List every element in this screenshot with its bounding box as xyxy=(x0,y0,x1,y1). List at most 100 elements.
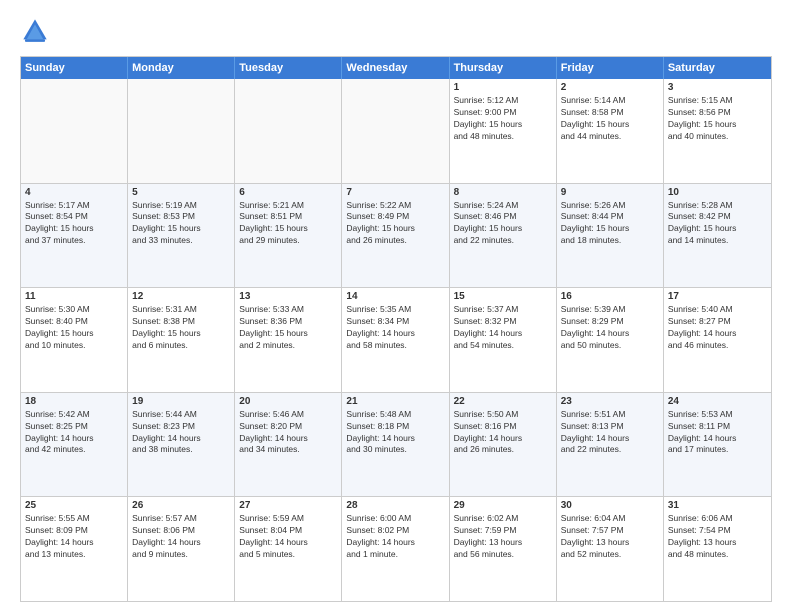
calendar-cell: 1 Sunrise: 5:12 AM Sunset: 9:00 PM Daylig… xyxy=(450,79,557,183)
day-number: 12 xyxy=(132,291,230,302)
calendar-cell: 22 Sunrise: 5:50 AM Sunset: 8:16 PM Dayli… xyxy=(450,393,557,497)
day-content: Sunrise: 5:53 AM Sunset: 8:11 PM Dayligh… xyxy=(668,409,767,457)
day-content: Sunrise: 5:51 AM Sunset: 8:13 PM Dayligh… xyxy=(561,409,659,457)
calendar-cell: 4Sunrise: 5:17 AM Sunset: 8:54 PM Daylig… xyxy=(21,184,128,288)
calendar-day-header: Sunday xyxy=(21,57,128,79)
day-content: Sunrise: 5:35 AM Sunset: 8:34 PM Dayligh… xyxy=(346,304,444,352)
calendar-day-header: Friday xyxy=(557,57,664,79)
calendar-cell: 23 Sunrise: 5:51 AM Sunset: 8:13 PM Dayli… xyxy=(557,393,664,497)
calendar-cell: 29 Sunrise: 6:02 AM Sunset: 7:59 PM Dayli… xyxy=(450,497,557,601)
calendar-cell xyxy=(128,79,235,183)
day-content: Sunrise: 5:44 AM Sunset: 8:23 PM Dayligh… xyxy=(132,409,230,457)
day-content: Sunrise: 5:28 AM Sunset: 8:42 PM Dayligh… xyxy=(668,200,767,248)
day-number: 23 xyxy=(561,396,659,407)
calendar-cell: 31 Sunrise: 6:06 AM Sunset: 7:54 PM Dayli… xyxy=(664,497,771,601)
day-content: Sunrise: 5:46 AM Sunset: 8:20 PM Dayligh… xyxy=(239,409,337,457)
day-number: 7 xyxy=(346,187,444,198)
calendar-cell: 30 Sunrise: 6:04 AM Sunset: 7:57 PM Dayli… xyxy=(557,497,664,601)
day-number: 11 xyxy=(25,291,123,302)
day-number: 13 xyxy=(239,291,337,302)
day-number: 28 xyxy=(346,500,444,511)
day-number: 16 xyxy=(561,291,659,302)
calendar-day-header: Tuesday xyxy=(235,57,342,79)
calendar-cell: 6 Sunrise: 5:21 AM Sunset: 8:51 PM Daylig… xyxy=(235,184,342,288)
day-content: Sunrise: 5:22 AM Sunset: 8:49 PM Dayligh… xyxy=(346,200,444,248)
day-content: Sunrise: 5:14 AM Sunset: 8:58 PM Dayligh… xyxy=(561,95,659,143)
calendar-header: SundayMondayTuesdayWednesdayThursdayFrid… xyxy=(21,57,771,79)
calendar-cell: 27 Sunrise: 5:59 AM Sunset: 8:04 PM Dayli… xyxy=(235,497,342,601)
day-content: Sunrise: 6:04 AM Sunset: 7:57 PM Dayligh… xyxy=(561,513,659,561)
calendar-cell: 24 Sunrise: 5:53 AM Sunset: 8:11 PM Dayli… xyxy=(664,393,771,497)
day-content: Sunrise: 6:02 AM Sunset: 7:59 PM Dayligh… xyxy=(454,513,552,561)
day-number: 29 xyxy=(454,500,552,511)
calendar: SundayMondayTuesdayWednesdayThursdayFrid… xyxy=(20,56,772,602)
day-content: Sunrise: 5:12 AM Sunset: 9:00 PM Dayligh… xyxy=(454,95,552,143)
day-number: 31 xyxy=(668,500,767,511)
day-number: 14 xyxy=(346,291,444,302)
day-content: Sunrise: 5:59 AM Sunset: 8:04 PM Dayligh… xyxy=(239,513,337,561)
day-number: 5 xyxy=(132,187,230,198)
day-number: 10 xyxy=(668,187,767,198)
header xyxy=(20,16,772,46)
calendar-cell: 7 Sunrise: 5:22 AM Sunset: 8:49 PM Daylig… xyxy=(342,184,449,288)
calendar-day-header: Saturday xyxy=(664,57,771,79)
calendar-cell: 16 Sunrise: 5:39 AM Sunset: 8:29 PM Dayli… xyxy=(557,288,664,392)
day-content: Sunrise: 5:57 AM Sunset: 8:06 PM Dayligh… xyxy=(132,513,230,561)
day-content: Sunrise: 5:26 AM Sunset: 8:44 PM Dayligh… xyxy=(561,200,659,248)
day-number: 19 xyxy=(132,396,230,407)
day-number: 18 xyxy=(25,396,123,407)
calendar-cell: 20Sunrise: 5:46 AM Sunset: 8:20 PM Dayli… xyxy=(235,393,342,497)
calendar-cell: 9 Sunrise: 5:26 AM Sunset: 8:44 PM Daylig… xyxy=(557,184,664,288)
calendar-cell: 13 Sunrise: 5:33 AM Sunset: 8:36 PM Dayli… xyxy=(235,288,342,392)
calendar-cell xyxy=(342,79,449,183)
calendar-cell: 15Sunrise: 5:37 AM Sunset: 8:32 PM Dayli… xyxy=(450,288,557,392)
calendar-day-header: Monday xyxy=(128,57,235,79)
calendar-row: 11 Sunrise: 5:30 AM Sunset: 8:40 PM Dayli… xyxy=(21,287,771,392)
calendar-cell: 19 Sunrise: 5:44 AM Sunset: 8:23 PM Dayli… xyxy=(128,393,235,497)
day-number: 22 xyxy=(454,396,552,407)
calendar-day-header: Thursday xyxy=(450,57,557,79)
day-content: Sunrise: 5:42 AM Sunset: 8:25 PM Dayligh… xyxy=(25,409,123,457)
day-number: 25 xyxy=(25,500,123,511)
day-content: Sunrise: 5:19 AM Sunset: 8:53 PM Dayligh… xyxy=(132,200,230,248)
calendar-row: 4Sunrise: 5:17 AM Sunset: 8:54 PM Daylig… xyxy=(21,183,771,288)
calendar-cell: 10 Sunrise: 5:28 AM Sunset: 8:42 PM Dayli… xyxy=(664,184,771,288)
calendar-cell: 17Sunrise: 5:40 AM Sunset: 8:27 PM Dayli… xyxy=(664,288,771,392)
logo-icon xyxy=(20,16,50,46)
day-number: 4 xyxy=(25,187,123,198)
calendar-cell: 25 Sunrise: 5:55 AM Sunset: 8:09 PM Dayli… xyxy=(21,497,128,601)
calendar-cell: 21 Sunrise: 5:48 AM Sunset: 8:18 PM Dayli… xyxy=(342,393,449,497)
day-content: Sunrise: 5:55 AM Sunset: 8:09 PM Dayligh… xyxy=(25,513,123,561)
day-number: 3 xyxy=(668,82,767,93)
day-content: Sunrise: 5:50 AM Sunset: 8:16 PM Dayligh… xyxy=(454,409,552,457)
calendar-cell: 5 Sunrise: 5:19 AM Sunset: 8:53 PM Daylig… xyxy=(128,184,235,288)
day-number: 26 xyxy=(132,500,230,511)
day-content: Sunrise: 5:15 AM Sunset: 8:56 PM Dayligh… xyxy=(668,95,767,143)
day-content: Sunrise: 5:30 AM Sunset: 8:40 PM Dayligh… xyxy=(25,304,123,352)
calendar-row: 18 Sunrise: 5:42 AM Sunset: 8:25 PM Dayli… xyxy=(21,392,771,497)
day-content: Sunrise: 5:37 AM Sunset: 8:32 PM Dayligh… xyxy=(454,304,552,352)
calendar-cell: 3 Sunrise: 5:15 AM Sunset: 8:56 PM Daylig… xyxy=(664,79,771,183)
day-content: Sunrise: 5:48 AM Sunset: 8:18 PM Dayligh… xyxy=(346,409,444,457)
day-number: 21 xyxy=(346,396,444,407)
calendar-body: 1 Sunrise: 5:12 AM Sunset: 9:00 PM Daylig… xyxy=(21,79,771,601)
calendar-cell xyxy=(21,79,128,183)
day-content: Sunrise: 5:40 AM Sunset: 8:27 PM Dayligh… xyxy=(668,304,767,352)
day-number: 24 xyxy=(668,396,767,407)
calendar-row: 1 Sunrise: 5:12 AM Sunset: 9:00 PM Daylig… xyxy=(21,79,771,183)
day-content: Sunrise: 5:21 AM Sunset: 8:51 PM Dayligh… xyxy=(239,200,337,248)
day-number: 2 xyxy=(561,82,659,93)
day-content: Sunrise: 6:06 AM Sunset: 7:54 PM Dayligh… xyxy=(668,513,767,561)
day-number: 27 xyxy=(239,500,337,511)
day-number: 30 xyxy=(561,500,659,511)
calendar-cell: 28 Sunrise: 6:00 AM Sunset: 8:02 PM Dayli… xyxy=(342,497,449,601)
day-content: Sunrise: 5:39 AM Sunset: 8:29 PM Dayligh… xyxy=(561,304,659,352)
day-number: 1 xyxy=(454,82,552,93)
day-number: 6 xyxy=(239,187,337,198)
day-number: 9 xyxy=(561,187,659,198)
day-content: Sunrise: 5:33 AM Sunset: 8:36 PM Dayligh… xyxy=(239,304,337,352)
calendar-cell: 12Sunrise: 5:31 AM Sunset: 8:38 PM Dayli… xyxy=(128,288,235,392)
calendar-cell xyxy=(235,79,342,183)
page: SundayMondayTuesdayWednesdayThursdayFrid… xyxy=(0,0,792,612)
day-content: Sunrise: 6:00 AM Sunset: 8:02 PM Dayligh… xyxy=(346,513,444,561)
